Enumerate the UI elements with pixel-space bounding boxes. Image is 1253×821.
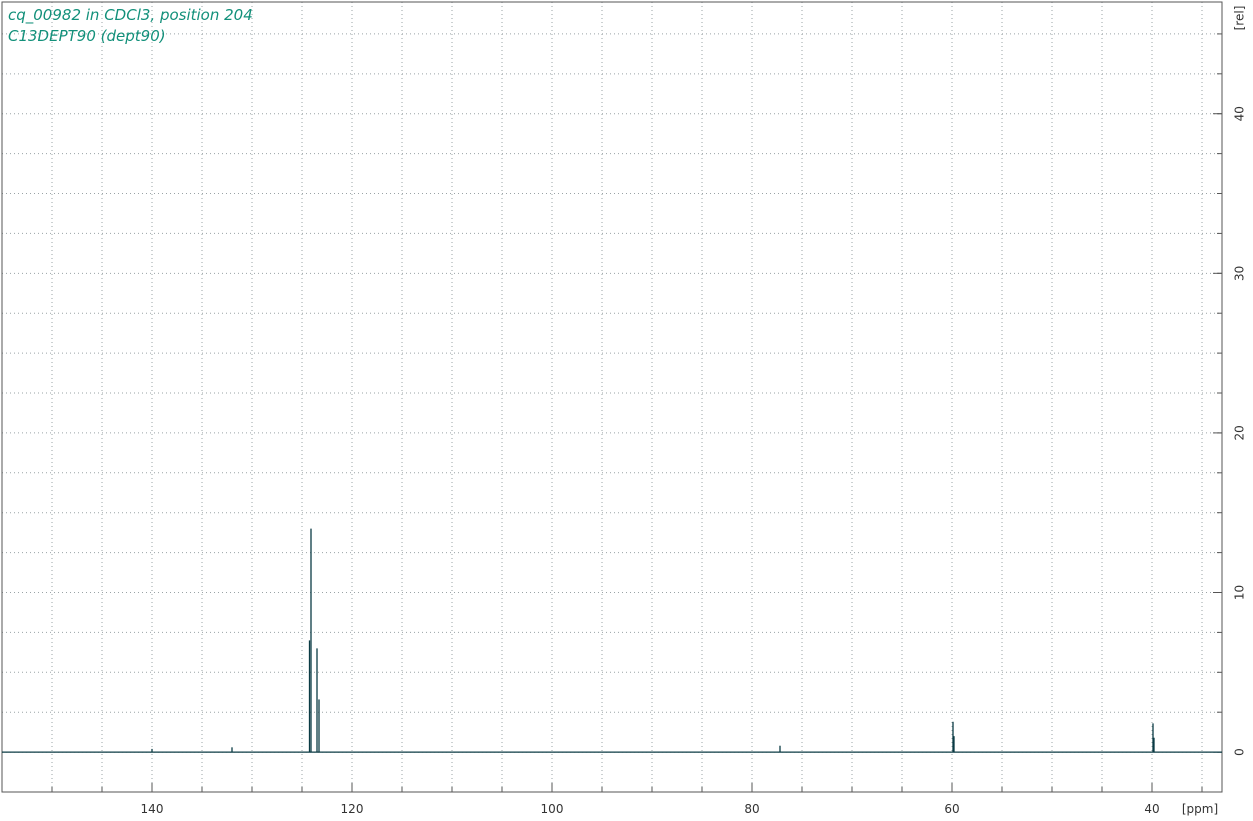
x-tick-label: 40 — [1144, 802, 1159, 816]
y-tick-label: 40 — [1233, 106, 1247, 121]
plot-frame — [1, 1, 1223, 793]
axes: 140 120 100 80 60 40 0 10 20 30 40 — [51, 33, 1247, 816]
spectrum-title-line-2: C13DEPT90 (dept90) — [8, 27, 166, 45]
x-tick-label: 140 — [141, 802, 164, 816]
x-tick-label: 100 — [541, 802, 564, 816]
spectrum-plot: 140 120 100 80 60 40 0 10 20 30 40 [ppm] [rel] — [1, 1, 1247, 816]
spectrum-title-line-1: cq_00982 in CDCl3, position 204 — [8, 6, 253, 24]
grid-lines — [2, 2, 1222, 792]
y-tick-label: 10 — [1233, 585, 1247, 600]
y-axis-unit-label: [rel] — [1233, 6, 1247, 31]
x-tick-label: 120 — [341, 802, 364, 816]
x-tick-label: 80 — [744, 802, 759, 816]
x-tick-label: 60 — [944, 802, 959, 816]
x-axis-unit-label: [ppm] — [1182, 802, 1218, 816]
spectrum-trace — [2, 528, 1222, 753]
y-tick-label: 30 — [1233, 266, 1247, 281]
y-tick-label: 20 — [1233, 425, 1247, 440]
y-tick-label: 0 — [1233, 748, 1247, 756]
